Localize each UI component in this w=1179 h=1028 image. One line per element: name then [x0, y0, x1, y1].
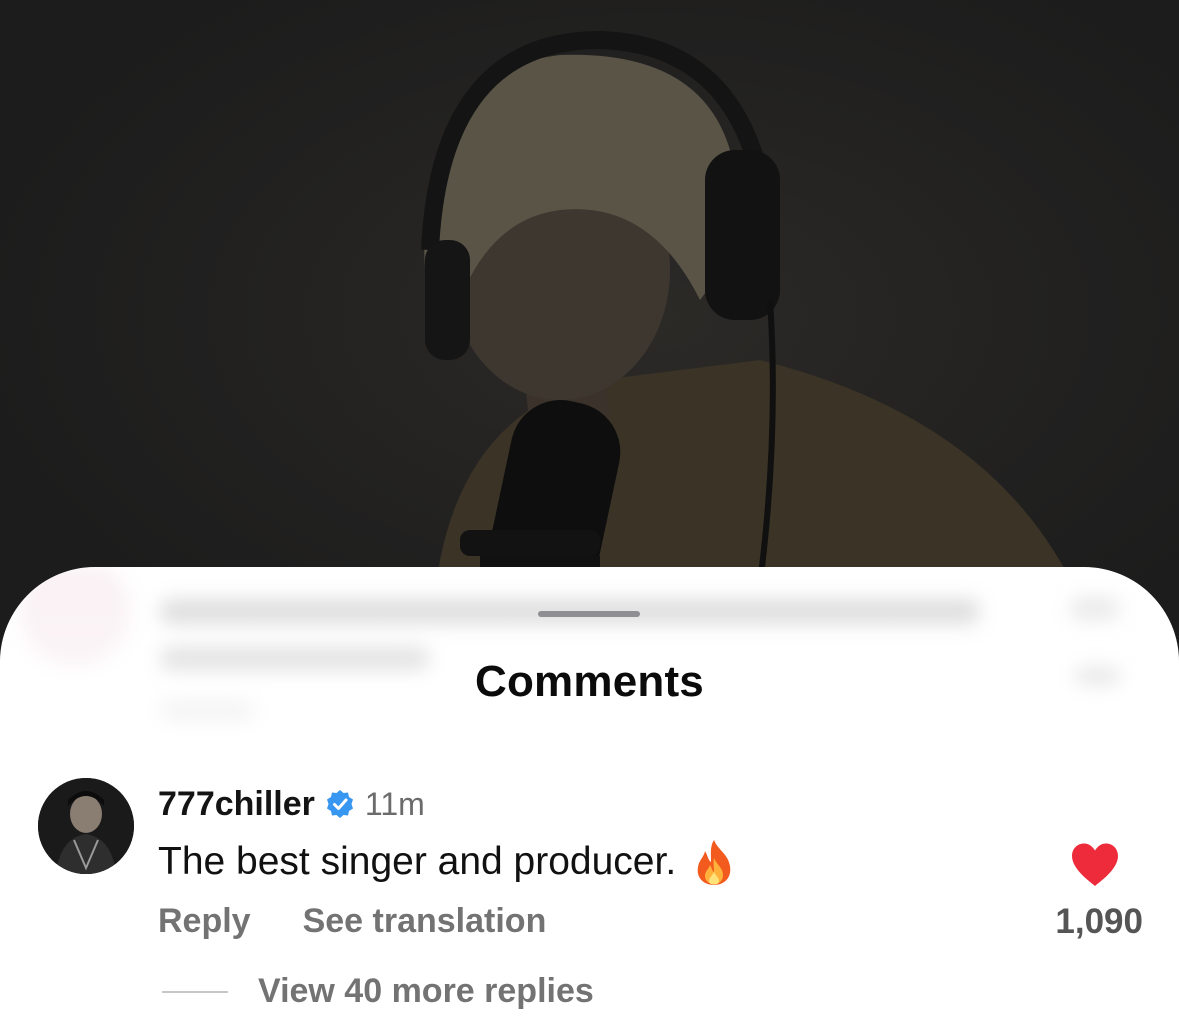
- replies-divider-line: [162, 990, 228, 993]
- avatar[interactable]: [38, 778, 134, 874]
- timestamp: 11m: [364, 785, 425, 822]
- comment-item: 777chiller 11m The best singer and produ…: [0, 772, 1179, 1028]
- comment-text: The best singer and producer.: [158, 840, 677, 883]
- username[interactable]: 777chiller: [158, 785, 315, 824]
- view-more-replies-label[interactable]: View 40 more replies: [258, 972, 594, 1011]
- verified-badge-icon: [326, 790, 353, 818]
- sheet-title: Comments: [475, 657, 704, 706]
- comment-header: 777chiller 11m: [158, 782, 425, 826]
- comment-body: The best singer and producer.: [158, 838, 736, 886]
- like-count: 1,090: [1055, 902, 1143, 941]
- like-heart-icon[interactable]: [1070, 842, 1120, 888]
- avatar-photo: [38, 778, 134, 874]
- comments-sheet: Comments 777chiller 11m The best singer …: [0, 567, 1179, 1028]
- see-translation-button[interactable]: See translation: [303, 902, 547, 941]
- comment-actions: Reply See translation: [158, 902, 546, 941]
- reply-button[interactable]: Reply: [158, 902, 251, 941]
- view-more-replies[interactable]: View 40 more replies: [162, 972, 594, 1011]
- fire-emoji-icon: [697, 840, 731, 885]
- sheet-drag-handle[interactable]: [538, 611, 640, 617]
